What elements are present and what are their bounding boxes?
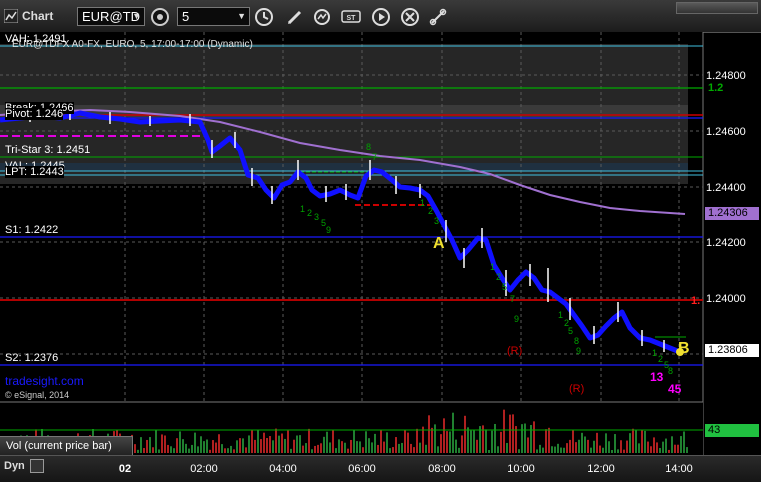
time-tick: 04:00: [269, 463, 297, 475]
lpt-label: LPT: 1.2443: [5, 166, 64, 178]
svg-text:9: 9: [514, 314, 519, 324]
price-tick: 1.24000: [706, 293, 746, 305]
clock-icon[interactable]: [253, 6, 275, 28]
edge-badge-green: 1.2: [708, 82, 724, 94]
svg-text:3: 3: [314, 212, 319, 222]
svg-text:7: 7: [372, 152, 377, 162]
svg-text:2: 2: [496, 272, 501, 282]
window-title: Chart: [22, 9, 54, 23]
svg-text:1: 1: [490, 262, 495, 272]
time-tick: 06:00: [348, 463, 376, 475]
cycle-icon[interactable]: [311, 6, 333, 28]
pivot-label: Pivot: 1.246: [5, 108, 64, 120]
price-tick: 1.24200: [706, 237, 746, 249]
volume-label: Vol (current price bar): [6, 440, 112, 452]
price-tick: 1.24800: [706, 70, 746, 82]
svg-text:5: 5: [568, 326, 573, 336]
chevron-down-icon: ▼: [132, 11, 141, 21]
tristar-label: Tri-Star 3: 1.2451: [5, 144, 91, 156]
s2-label: S2: 1.2376: [5, 352, 59, 364]
sma-price-badge: 1.24306: [705, 207, 759, 220]
pencil-icon[interactable]: [284, 6, 306, 28]
close-icon[interactable]: [399, 6, 421, 28]
price-tick: 1.24400: [706, 182, 746, 194]
symbol-input[interactable]: EUR@TD ▼: [77, 7, 145, 26]
grid-toggle-icon[interactable]: [30, 459, 44, 473]
svg-text:8: 8: [668, 366, 673, 376]
svg-text:8: 8: [574, 336, 579, 346]
svg-text:7: 7: [510, 294, 515, 304]
r-marker-1: (R): [507, 345, 523, 357]
time-axis-bar: Dyn: [0, 455, 761, 482]
study-icon[interactable]: ST: [340, 6, 362, 28]
watermark: tradesight.com: [5, 374, 84, 388]
svg-text:1: 1: [558, 310, 563, 320]
edge-badge-red: 1.: [691, 295, 701, 307]
copyright: © eSignal, 2014: [5, 390, 70, 400]
point-a-label: A: [433, 235, 445, 252]
interval-select[interactable]: 5 ▼: [177, 7, 250, 26]
chevron-down-icon: ▼: [237, 11, 246, 21]
svg-text:9: 9: [576, 346, 581, 356]
svg-text:3: 3: [434, 216, 439, 226]
svg-text:2: 2: [307, 208, 312, 218]
price-chart[interactable]: 1 2 359 87 123 12579 12589 1258: [0, 32, 761, 481]
play-icon[interactable]: [370, 6, 392, 28]
svg-text:1: 1: [652, 348, 657, 358]
time-tick: 10:00: [507, 463, 535, 475]
last-price-badge: 1.23806: [705, 344, 759, 357]
volume-value-badge: 43: [705, 424, 759, 437]
r-marker-2: (R): [569, 383, 585, 395]
price-tick: 1.24600: [706, 126, 746, 138]
time-tick: 02: [118, 463, 132, 475]
chart-icon[interactable]: [4, 9, 18, 23]
svg-text:ST: ST: [347, 15, 357, 22]
time-tick: 14:00: [665, 463, 693, 475]
window-controls[interactable]: [676, 2, 758, 14]
svg-text:5: 5: [502, 282, 507, 292]
svg-text:8: 8: [366, 142, 371, 152]
svg-text:2: 2: [428, 206, 433, 216]
symbol-options-icon[interactable]: [149, 6, 171, 28]
svg-text:2: 2: [658, 354, 663, 364]
svg-text:1: 1: [300, 204, 305, 214]
count-13: 13: [650, 370, 664, 384]
chart-toolbar: Chart EUR@TD ▼ 5 ▼ ST: [0, 0, 761, 33]
vah-label: VAH: 1.2491: [5, 33, 67, 45]
s1-label: S1: 1.2422: [5, 224, 59, 236]
svg-text:9: 9: [326, 225, 331, 235]
link-icon[interactable]: [427, 6, 449, 28]
interval-value: 5: [182, 9, 190, 24]
svg-text:1: 1: [420, 198, 425, 208]
time-tick: 12:00: [587, 463, 615, 475]
dyn-label: Dyn: [4, 460, 25, 472]
count-45: 45: [668, 382, 682, 396]
volume-pane-tab[interactable]: Vol (current price bar): [0, 436, 133, 455]
time-tick: 08:00: [428, 463, 456, 475]
time-tick: 02:00: [190, 463, 218, 475]
point-b-label: B: [678, 340, 690, 357]
